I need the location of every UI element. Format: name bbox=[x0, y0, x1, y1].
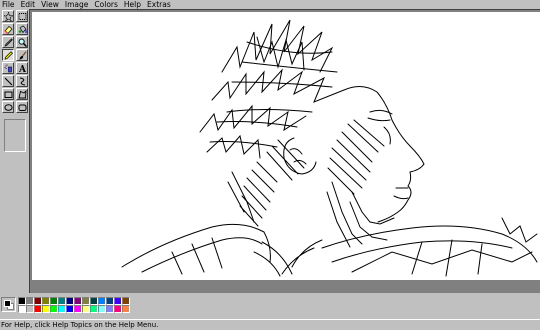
drawing-canvas[interactable] bbox=[32, 12, 540, 280]
palette-swatch[interactable] bbox=[34, 297, 42, 305]
select-icon bbox=[18, 12, 27, 21]
palette-swatch[interactable] bbox=[122, 297, 130, 305]
palette-swatch[interactable] bbox=[18, 297, 26, 305]
palette-swatch[interactable] bbox=[122, 305, 130, 313]
palette-swatch[interactable] bbox=[82, 305, 90, 313]
pencil-icon bbox=[3, 50, 13, 60]
palette-swatch[interactable] bbox=[18, 305, 26, 313]
tool-options-panel[interactable] bbox=[4, 119, 26, 152]
ellipse-tool-button[interactable] bbox=[2, 101, 14, 113]
palette-swatch[interactable] bbox=[106, 297, 114, 305]
brush-tool-button[interactable] bbox=[16, 49, 28, 61]
fill-with-color-tool-button[interactable] bbox=[16, 23, 28, 35]
palette-swatch[interactable] bbox=[114, 305, 122, 313]
palette-swatch[interactable] bbox=[98, 297, 106, 305]
palette-swatch[interactable] bbox=[66, 297, 74, 305]
line-icon bbox=[4, 77, 13, 86]
color-palette bbox=[0, 295, 540, 317]
airbrush-icon bbox=[4, 64, 13, 73]
palette-swatch[interactable] bbox=[74, 297, 82, 305]
foreground-color-swatch bbox=[4, 300, 11, 307]
palette-swatch[interactable] bbox=[90, 305, 98, 313]
fill-with-color-icon bbox=[18, 24, 27, 34]
eraser-tool-button[interactable] bbox=[2, 23, 14, 35]
text-icon: A bbox=[18, 64, 27, 73]
polygon-tool-button[interactable] bbox=[16, 88, 28, 100]
curve-icon bbox=[18, 77, 27, 86]
airbrush-tool-button[interactable] bbox=[2, 62, 14, 74]
free-form-select-icon bbox=[3, 11, 13, 21]
palette-swatch[interactable] bbox=[90, 297, 98, 305]
brush-icon bbox=[18, 50, 27, 60]
menu-edit[interactable]: Edit bbox=[18, 0, 39, 9]
palette-swatch[interactable] bbox=[42, 305, 50, 313]
select-tool-button[interactable] bbox=[16, 10, 28, 22]
pick-color-icon bbox=[4, 38, 13, 47]
sketch-drawing bbox=[121, 19, 538, 277]
polygon-icon bbox=[17, 89, 27, 99]
status-text: For Help, click Help Topics on the Help … bbox=[1, 321, 159, 329]
palette-swatch[interactable] bbox=[82, 297, 90, 305]
menu-image[interactable]: Image bbox=[62, 0, 92, 9]
curve-tool-button[interactable] bbox=[16, 75, 28, 87]
menu-file[interactable]: File bbox=[0, 0, 18, 9]
svg-text:A: A bbox=[18, 65, 27, 73]
palette-swatch[interactable] bbox=[106, 305, 114, 313]
line-tool-button[interactable] bbox=[2, 75, 14, 87]
menu-colors[interactable]: Colors bbox=[91, 0, 121, 9]
rounded-rectangle-icon bbox=[18, 103, 27, 112]
tool-box: A bbox=[0, 9, 29, 293]
magnifier-tool-button[interactable] bbox=[16, 36, 28, 48]
palette-swatch[interactable] bbox=[74, 305, 82, 313]
palette-swatch[interactable] bbox=[58, 297, 66, 305]
palette-swatch[interactable] bbox=[42, 297, 50, 305]
text-tool-button[interactable]: A bbox=[16, 62, 28, 74]
eraser-icon bbox=[3, 25, 13, 34]
pencil-tool-button[interactable] bbox=[2, 49, 14, 61]
menu-help[interactable]: Help bbox=[121, 0, 144, 9]
palette-swatch[interactable] bbox=[98, 305, 106, 313]
ellipse-icon bbox=[3, 103, 13, 112]
menu-extras[interactable]: Extras bbox=[144, 0, 174, 9]
palette-swatch[interactable] bbox=[50, 297, 58, 305]
magnifier-icon bbox=[18, 38, 27, 47]
pick-color-tool-button[interactable] bbox=[2, 36, 14, 48]
status-bar: For Help, click Help Topics on the Help … bbox=[0, 319, 540, 330]
tool-grid: A bbox=[2, 10, 28, 114]
palette-swatch[interactable] bbox=[58, 305, 66, 313]
palette-swatch[interactable] bbox=[34, 305, 42, 313]
rounded-rectangle-tool-button[interactable] bbox=[16, 101, 28, 113]
palette-swatch[interactable] bbox=[26, 297, 34, 305]
palette-swatch[interactable] bbox=[114, 297, 122, 305]
free-form-select-tool-button[interactable] bbox=[2, 10, 14, 22]
menu-view[interactable]: View bbox=[38, 0, 62, 9]
drawing-workspace bbox=[29, 9, 540, 293]
rectangle-icon bbox=[4, 90, 13, 99]
palette-swatch[interactable] bbox=[26, 305, 34, 313]
palette-swatch[interactable] bbox=[50, 305, 58, 313]
current-colors-indicator bbox=[1, 297, 16, 312]
palette-swatches bbox=[18, 297, 130, 313]
rectangle-tool-button[interactable] bbox=[2, 88, 14, 100]
menu-bar: File Edit View Image Colors Help Extras bbox=[0, 0, 540, 9]
palette-swatch[interactable] bbox=[66, 305, 74, 313]
